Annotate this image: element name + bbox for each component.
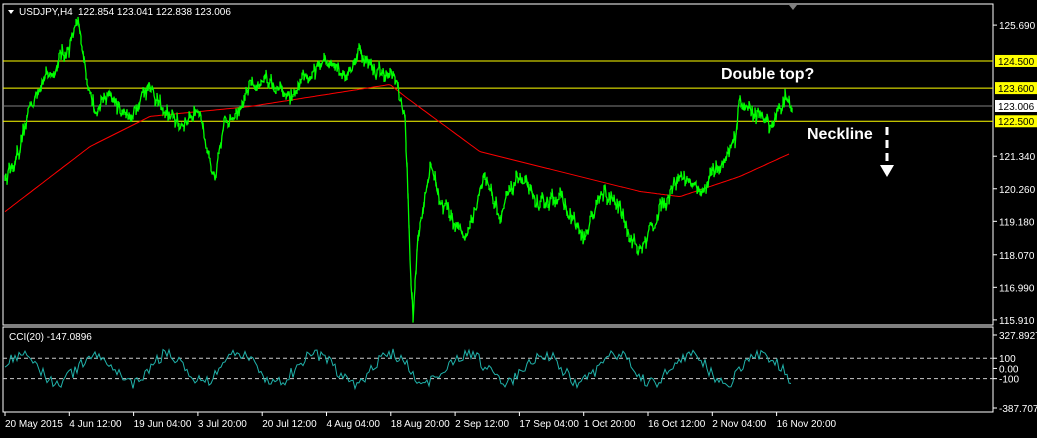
price-tick-label: 121.340	[999, 152, 1036, 163]
time-tick-label: 3 Jul 20:00	[198, 419, 247, 430]
price-tick-label: 115.910	[999, 316, 1035, 327]
level-price-label: 124.500	[998, 57, 1035, 68]
cci-tick-label: 327.8927	[999, 331, 1037, 342]
ohlc-values: 122.854 123.041 122.838 123.006	[78, 7, 231, 18]
time-tick-label: 2 Nov 04:00	[712, 419, 766, 430]
time-tick-label: 16 Nov 20:00	[777, 419, 837, 430]
chart-background	[0, 0, 1037, 433]
price-tick-label: 118.070	[999, 251, 1035, 262]
price-tick-label: 116.990	[999, 283, 1035, 294]
time-tick-label: 4 Jun 12:00	[69, 419, 122, 430]
level-price-label: 123.006	[998, 102, 1035, 113]
level-price-label: 123.600	[998, 84, 1035, 95]
symbol-label: USDJPY,H4	[19, 7, 73, 18]
annotation-double-top: Double top?	[721, 66, 814, 83]
level-price-label: 122.500	[998, 117, 1035, 128]
time-tick-label: 19 Jun 04:00	[134, 419, 192, 430]
time-tick-label: 18 Aug 20:00	[391, 419, 450, 430]
cci-label: CCI(20) -147.0896	[9, 332, 92, 343]
time-tick-label: 2 Sep 12:00	[455, 419, 509, 430]
trading-chart[interactable]: 124.500 123.600 123.006 122.500 125.690 121.…	[0, 0, 1037, 433]
time-tick-label: 17 Sep 04:00	[519, 419, 579, 430]
price-tick-label: 120.260	[999, 185, 1036, 196]
price-tick-label: 119.180	[999, 217, 1035, 228]
cci-tick-label: -100	[999, 375, 1019, 386]
time-tick-label: 20 Jul 12:00	[262, 419, 317, 430]
time-tick-label: 16 Oct 12:00	[648, 419, 706, 430]
time-tick-label: 4 Aug 04:00	[327, 419, 381, 430]
time-tick-label: 20 May 2015	[5, 419, 63, 430]
annotation-neckline: Neckline	[807, 126, 873, 143]
price-tick-label: 125.690	[999, 21, 1036, 32]
cci-tick-label: -387.707	[999, 404, 1037, 415]
time-tick-label: 1 Oct 20:00	[584, 419, 636, 430]
